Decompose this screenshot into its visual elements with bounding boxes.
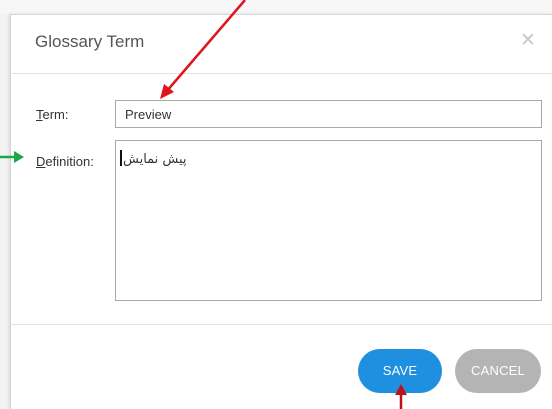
cancel-button[interactable]: CANCEL bbox=[455, 349, 541, 393]
definition-label-hotkey: D bbox=[36, 154, 46, 169]
glossary-term-dialog: Glossary Term ✕ Term: Definition: پیش نم… bbox=[10, 14, 552, 409]
term-label: Term: bbox=[36, 107, 69, 122]
dialog-title: Glossary Term bbox=[35, 32, 145, 51]
definition-label-text: efinition: bbox=[45, 154, 94, 169]
save-button[interactable]: SAVE bbox=[358, 349, 442, 393]
background-panel bbox=[0, 0, 10, 409]
text-cursor bbox=[120, 150, 122, 166]
screen: Glossary Term ✕ Term: Definition: پیش نم… bbox=[0, 0, 552, 409]
background-strip bbox=[0, 0, 552, 14]
definition-label: Definition: bbox=[36, 154, 94, 169]
term-label-text: erm: bbox=[42, 107, 69, 122]
definition-textarea[interactable]: پیش نمایش bbox=[115, 140, 542, 301]
definition-text: پیش نمایش bbox=[123, 152, 187, 167]
footer-divider bbox=[11, 324, 552, 325]
close-icon[interactable]: ✕ bbox=[516, 29, 540, 53]
dialog-header: Glossary Term ✕ bbox=[11, 15, 552, 74]
term-input[interactable] bbox=[115, 100, 542, 128]
